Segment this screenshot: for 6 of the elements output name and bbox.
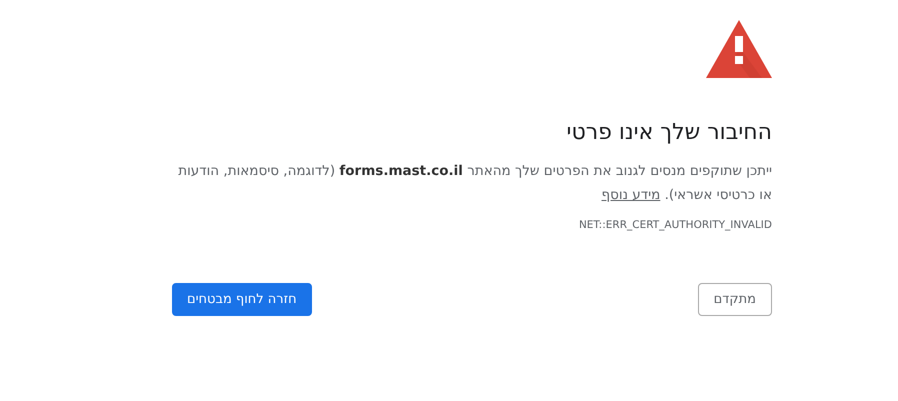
page-title: החיבור שלך אינו פרטי <box>566 120 772 145</box>
back-to-safety-button[interactable]: חזרה לחוף מבטחים <box>172 283 312 316</box>
warning-icon <box>706 20 772 78</box>
learn-more-link[interactable]: מידע נוסף <box>602 187 660 203</box>
advanced-button[interactable]: מתקדם <box>698 283 772 316</box>
error-code: NET::ERR_CERT_AUTHORITY_INVALID <box>578 219 772 231</box>
